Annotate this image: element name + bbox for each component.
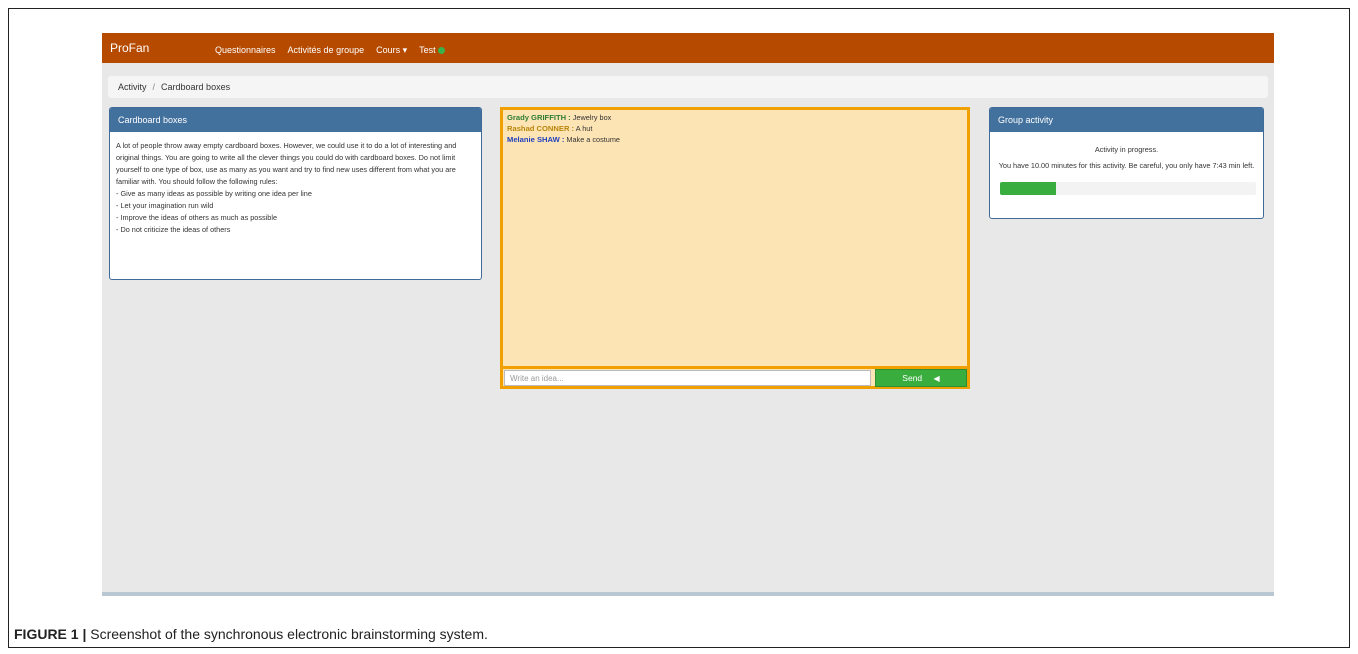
task-panel-title: Cardboard boxes: [110, 108, 481, 132]
online-status-icon: [437, 47, 445, 54]
message-text: A hut: [575, 124, 593, 133]
nav-item-test[interactable]: Test: [419, 45, 445, 56]
chat-message: Grady GRIFFITH : Jewelry box: [507, 112, 963, 123]
brand-logo[interactable]: ProFan: [110, 41, 149, 55]
task-instructions: A lot of people throw away empty cardboa…: [110, 132, 481, 244]
time-progress-bar: [1000, 182, 1256, 195]
send-button-label: Send: [902, 373, 923, 383]
rule-item: - Do not criticize the ideas of others: [116, 225, 231, 234]
figure-frame: ProFan Questionnaires Activités de group…: [8, 8, 1350, 648]
breadcrumb-item-current: Cardboard boxes: [161, 82, 231, 92]
rule-item: - Let your imagination run wild: [116, 201, 214, 210]
task-panel: Cardboard boxes A lot of people throw aw…: [109, 107, 482, 280]
bottom-strip: [102, 592, 1274, 596]
message-text: Make a costume: [566, 135, 620, 144]
figure-label: FIGURE 1 |: [14, 626, 87, 642]
message-author: Grady GRIFFITH :: [507, 113, 571, 122]
rule-item: - Give as many ideas as possible by writ…: [116, 189, 312, 198]
task-paragraph: A lot of people throw away empty cardboa…: [116, 141, 457, 186]
time-progress-fill: [1000, 182, 1057, 195]
nav-menu: Questionnaires Activités de groupe Cours…: [215, 45, 445, 56]
brainstorm-chat: Grady GRIFFITH : Jewelry box Rashad CONN…: [500, 107, 970, 389]
idea-input[interactable]: [504, 370, 871, 386]
nav-item-questionnaires[interactable]: Questionnaires: [215, 45, 276, 56]
group-activity-title: Group activity: [990, 108, 1263, 132]
figure-caption-text: Screenshot of the synchronous electronic…: [86, 626, 488, 642]
activity-status: Activity in progress.: [1094, 145, 1159, 154]
breadcrumb-item-activity[interactable]: Activity: [118, 82, 147, 92]
idea-input-row: Send ◀: [503, 366, 967, 387]
nav-item-group-activities[interactable]: Activités de groupe: [288, 45, 365, 56]
send-button[interactable]: Send ◀: [875, 369, 967, 387]
nav-item-test-label: Test: [419, 45, 436, 55]
chat-message: Rashad CONNER : A hut: [507, 123, 963, 134]
message-text: Jewelry box: [572, 113, 612, 122]
send-icon: ◀: [933, 374, 940, 383]
breadcrumb-separator: /: [152, 82, 156, 92]
figure-caption: FIGURE 1 | Screenshot of the synchronous…: [14, 626, 488, 642]
message-list[interactable]: Grady GRIFFITH : Jewelry box Rashad CONN…: [503, 110, 967, 147]
message-author: Melanie SHAW :: [507, 135, 565, 144]
app-screenshot: ProFan Questionnaires Activités de group…: [102, 33, 1274, 596]
navbar: ProFan Questionnaires Activités de group…: [102, 33, 1274, 63]
breadcrumb: Activity / Cardboard boxes: [108, 76, 1268, 98]
group-activity-body: Activity in progress. You have 10.00 min…: [990, 132, 1263, 205]
group-activity-panel: Group activity Activity in progress. You…: [989, 107, 1264, 219]
chat-message: Melanie SHAW : Make a costume: [507, 134, 963, 145]
nav-item-courses-dropdown[interactable]: Cours ▾: [376, 45, 407, 56]
rule-item: - Improve the ideas of others as much as…: [116, 213, 278, 222]
timer-text: You have 10.00 minutes for this activity…: [998, 161, 1255, 170]
message-author: Rashad CONNER :: [507, 124, 575, 133]
